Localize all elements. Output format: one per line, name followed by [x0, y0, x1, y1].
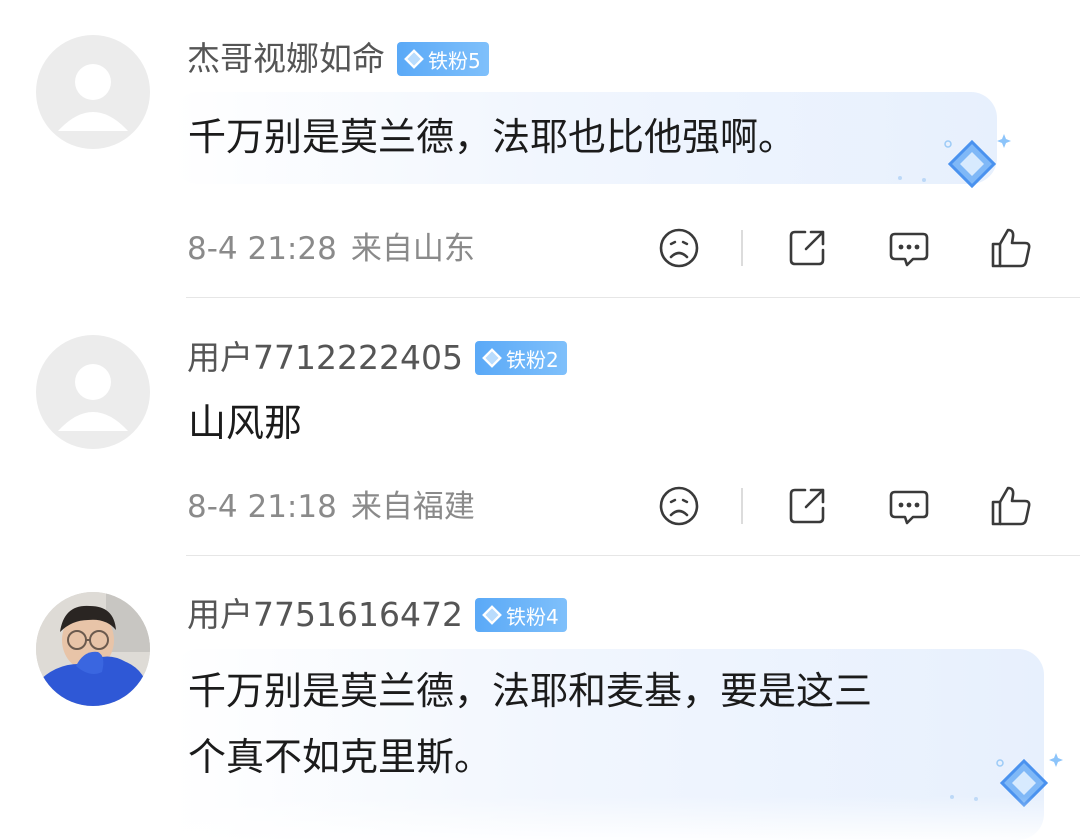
username[interactable]: 用户7712222405: [187, 336, 463, 380]
comment-divider: [186, 555, 1080, 556]
comment-meta: 8-4 21:28 来自山东: [187, 229, 475, 269]
comment-region: 来自山东: [350, 231, 475, 267]
fan-badge[interactable]: 铁粉4: [474, 598, 567, 632]
diamond-icon: [482, 348, 502, 368]
comment-text-line: 千万别是莫兰德，法耶和麦基，要是这三: [188, 669, 873, 713]
fan-badge-label: 铁粉5: [428, 48, 481, 73]
comment-list: 杰哥视娜如命 铁粉5 千万别是莫兰德，法耶也比他强啊。 8-4 21:28 来自山…: [0, 0, 1080, 840]
default-avatar[interactable]: [36, 335, 150, 449]
fan-badge-label: 铁粉4: [505, 604, 559, 629]
comment-region: 来自福建: [350, 489, 475, 525]
diamond-icon: [404, 49, 424, 69]
comment-content: 山风那: [188, 390, 302, 456]
comment-icon[interactable]: [887, 484, 931, 528]
action-separator: [741, 230, 743, 266]
fan-badge-label: 铁粉2: [505, 347, 559, 372]
comment-text-line: 个真不如克里斯。: [188, 735, 493, 779]
sad-face-icon[interactable]: [657, 226, 701, 270]
comment-date: 8-4 21:18: [187, 489, 337, 525]
username[interactable]: 用户7751616472: [187, 593, 463, 637]
share-icon[interactable]: [785, 484, 829, 528]
comment-item: 杰哥视娜如命 铁粉5 千万别是莫兰德，法耶也比他强啊。 8-4 21:28 来自山…: [0, 0, 1080, 300]
comment-content: 千万别是莫兰德，法耶和麦基，要是这三 个真不如克里斯。: [188, 658, 872, 790]
diamond-icon: [482, 605, 502, 625]
comment-item: 用户7712222405 铁粉2 山风那 8-4 21:18 来自福建: [0, 300, 1080, 557]
diamond-decoration-icon: [898, 134, 1011, 189]
comment-divider: [186, 297, 1080, 298]
comment-icon[interactable]: [887, 226, 931, 270]
thumbs-up-icon[interactable]: [989, 226, 1033, 270]
thumbs-up-icon[interactable]: [989, 484, 1033, 528]
default-avatar[interactable]: [36, 35, 150, 149]
comment-meta: 8-4 21:18 来自福建: [187, 487, 475, 527]
sad-face-icon[interactable]: [657, 484, 701, 528]
comment-text-line: 千万别是莫兰德，法耶也比他强啊。: [188, 115, 797, 159]
comment-item: 用户7751616472 铁粉4 千万别是莫兰德，法耶和麦基，要是这三 个真不如…: [0, 557, 1080, 840]
diamond-decoration-icon: [950, 753, 1063, 808]
comment-content: 千万别是莫兰德，法耶也比他强啊。: [188, 104, 796, 170]
user-photo-avatar[interactable]: [36, 592, 150, 706]
fan-badge[interactable]: 铁粉5: [397, 42, 489, 76]
username[interactable]: 杰哥视娜如命: [187, 37, 385, 81]
fan-badge[interactable]: 铁粉2: [474, 341, 567, 375]
action-separator: [741, 488, 743, 524]
comment-date: 8-4 21:28: [187, 231, 337, 267]
share-icon[interactable]: [785, 226, 829, 270]
comment-text-line: 山风那: [188, 401, 303, 445]
